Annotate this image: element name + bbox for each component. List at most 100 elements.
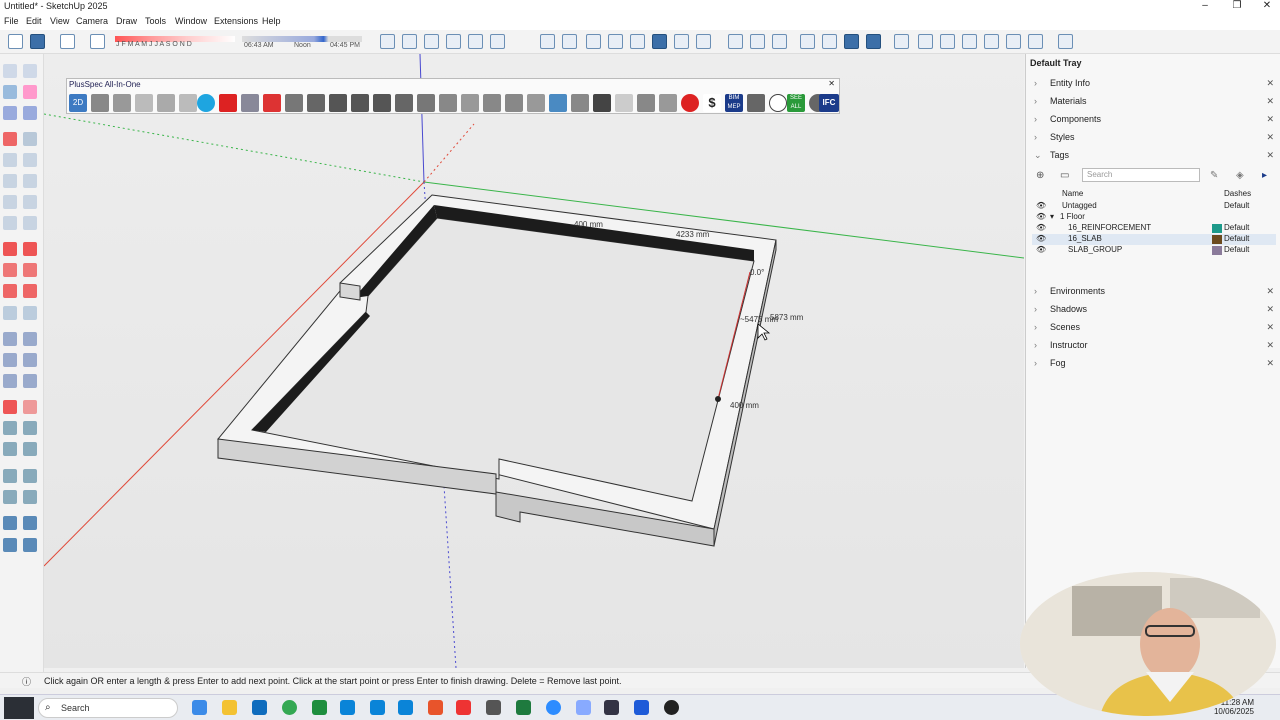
menu-camera[interactable]: Camera <box>76 16 108 26</box>
excel-icon[interactable] <box>516 700 531 715</box>
previous-view-icon[interactable] <box>23 442 37 456</box>
eye-icon[interactable]: 👁 <box>1036 201 1046 210</box>
app-icon-2[interactable] <box>370 700 385 715</box>
close-icon[interactable]: ✕ <box>1252 0 1280 11</box>
sandbox-stamp-icon[interactable] <box>23 538 37 552</box>
look-around-icon[interactable] <box>3 490 17 504</box>
plusspec-refresh-icon[interactable] <box>549 94 567 112</box>
plusspec-bim-mep-icon[interactable]: BIM MEP <box>725 94 743 112</box>
tag-row[interactable]: 👁 16_REINFORCEMENT Default <box>1032 223 1276 234</box>
tag-row[interactable]: 👁 Untagged Default <box>1032 201 1276 212</box>
flip-icon[interactable] <box>3 306 17 320</box>
panel-fog[interactable]: › Fog ✕ <box>1034 358 1274 374</box>
eye-icon[interactable]: 👁 <box>1036 223 1046 232</box>
tag-row-selected[interactable]: 👁 16_SLAB Default <box>1032 234 1276 245</box>
panel-close-icon[interactable]: ✕ <box>1266 78 1274 89</box>
pie-icon[interactable] <box>23 216 37 230</box>
plusspec-2d-icon[interactable]: 2D <box>69 94 87 112</box>
eraser-icon[interactable] <box>23 85 37 99</box>
taskbar-search[interactable]: ⌕ Search <box>38 698 178 718</box>
panel-close-icon[interactable]: ✕ <box>1266 340 1274 351</box>
section-display-icon[interactable] <box>750 34 765 49</box>
plugin-tool-2-icon[interactable] <box>918 34 933 49</box>
three-point-arc-icon[interactable] <box>3 216 17 230</box>
menu-extensions[interactable]: Extensions <box>214 16 258 26</box>
eye-icon[interactable]: 👁 <box>1036 245 1046 254</box>
new-file-icon[interactable] <box>8 34 23 49</box>
panel-close-icon[interactable]: ✕ <box>1266 132 1274 143</box>
menu-window[interactable]: Window <box>175 16 207 26</box>
polygon-icon[interactable] <box>23 174 37 188</box>
recorder-icon[interactable] <box>664 700 679 715</box>
ambient-occlusion-icon[interactable] <box>696 34 711 49</box>
panel-close-icon[interactable]: ✕ <box>1266 150 1274 161</box>
monochrome-icon[interactable] <box>674 34 689 49</box>
tag-details-icon[interactable]: ◈ <box>1236 170 1244 181</box>
tag-color-swatch[interactable] <box>1212 235 1222 244</box>
col-dashes-header[interactable]: Dashes <box>1224 189 1251 198</box>
plusspec-shop-icon[interactable] <box>113 94 131 112</box>
tag-color-swatch[interactable] <box>1212 224 1222 233</box>
panel-close-icon[interactable]: ✕ <box>1266 114 1274 125</box>
panel-environments[interactable]: › Environments ✕ <box>1034 286 1274 302</box>
walk-icon[interactable] <box>23 469 37 483</box>
mail-icon[interactable] <box>252 700 267 715</box>
orbit-tool-icon[interactable] <box>23 400 37 414</box>
top-view-icon[interactable] <box>402 34 417 49</box>
maximize-icon[interactable]: ❐ <box>1222 0 1252 11</box>
plusspec-cubes-icon[interactable] <box>637 94 655 112</box>
chrome-icon[interactable] <box>282 700 297 715</box>
line-icon[interactable] <box>3 132 17 146</box>
plusspec-doc-icon[interactable] <box>135 94 153 112</box>
plusspec-stair-icon[interactable] <box>417 94 435 112</box>
zoom-tool-icon[interactable] <box>3 421 17 435</box>
panel-instructor[interactable]: › Instructor ✕ <box>1034 340 1274 356</box>
menu-view[interactable]: View <box>50 16 69 26</box>
plusspec-help-icon[interactable] <box>769 94 787 112</box>
plusspec-stack-icon[interactable] <box>241 94 259 112</box>
model-viewport[interactable]: 400 mm 4233 mm 0.0° ~5475 mm 5873 mm 400… <box>44 54 1024 668</box>
eye-icon[interactable]: 👁 <box>1036 212 1046 221</box>
folder-expand-icon[interactable]: ▾ <box>1050 212 1054 221</box>
section-plane-icon[interactable] <box>728 34 743 49</box>
text-icon[interactable] <box>23 353 37 367</box>
sandbox-scratch-icon[interactable] <box>23 516 37 530</box>
move-icon[interactable] <box>3 242 17 256</box>
left-view-icon[interactable] <box>490 34 505 49</box>
user-icon[interactable] <box>30 34 45 49</box>
tag-row[interactable]: 👁 SLAB_GROUP Default <box>1032 245 1276 256</box>
protractor-icon[interactable] <box>3 353 17 367</box>
panel-close-icon[interactable]: ✕ <box>1266 286 1274 297</box>
tape-icon[interactable] <box>23 106 37 120</box>
start-thumbnail-icon[interactable] <box>4 697 34 719</box>
plugin-tool-8-icon[interactable] <box>1058 34 1073 49</box>
plugin-tool-3-icon[interactable] <box>940 34 955 49</box>
sandbox-smoove-icon[interactable] <box>3 538 17 552</box>
plusspec-grid2-icon[interactable] <box>615 94 633 112</box>
plusspec-calendar-icon[interactable] <box>527 94 545 112</box>
right-view-icon[interactable] <box>446 34 461 49</box>
menu-tools[interactable]: Tools <box>145 16 166 26</box>
plusspec-house-icon[interactable] <box>91 94 109 112</box>
hidden-line-icon[interactable] <box>608 34 623 49</box>
plusspec-close-icon[interactable]: ✕ <box>828 79 835 88</box>
panel-entity-info[interactable]: › Entity Info ✕ <box>1034 78 1274 94</box>
tag-tool-icon[interactable] <box>3 106 17 120</box>
plusspec-polygon-icon[interactable] <box>461 94 479 112</box>
select-icon[interactable] <box>3 64 17 78</box>
info-icon[interactable]: ⓘ <box>22 675 31 688</box>
shaded-textures-icon[interactable] <box>652 34 667 49</box>
zoom-icon[interactable] <box>844 34 859 49</box>
plusspec-column-icon[interactable] <box>373 94 391 112</box>
plusspec-floor-icon[interactable] <box>285 94 303 112</box>
panel-close-icon[interactable]: ✕ <box>1266 96 1274 107</box>
plusspec-see-all-icon[interactable]: SEE ALL <box>787 94 805 112</box>
section-cut-icon[interactable] <box>772 34 787 49</box>
plugin-tool-1-icon[interactable] <box>894 34 909 49</box>
plugin-tool-7-icon[interactable] <box>1028 34 1043 49</box>
plugin-tool-5-icon[interactable] <box>984 34 999 49</box>
tags-search-input[interactable]: Search <box>1082 168 1200 182</box>
plusspec-beam-icon[interactable] <box>395 94 413 112</box>
panel-materials[interactable]: › Materials ✕ <box>1034 96 1274 112</box>
plusspec-door-icon[interactable] <box>351 94 369 112</box>
